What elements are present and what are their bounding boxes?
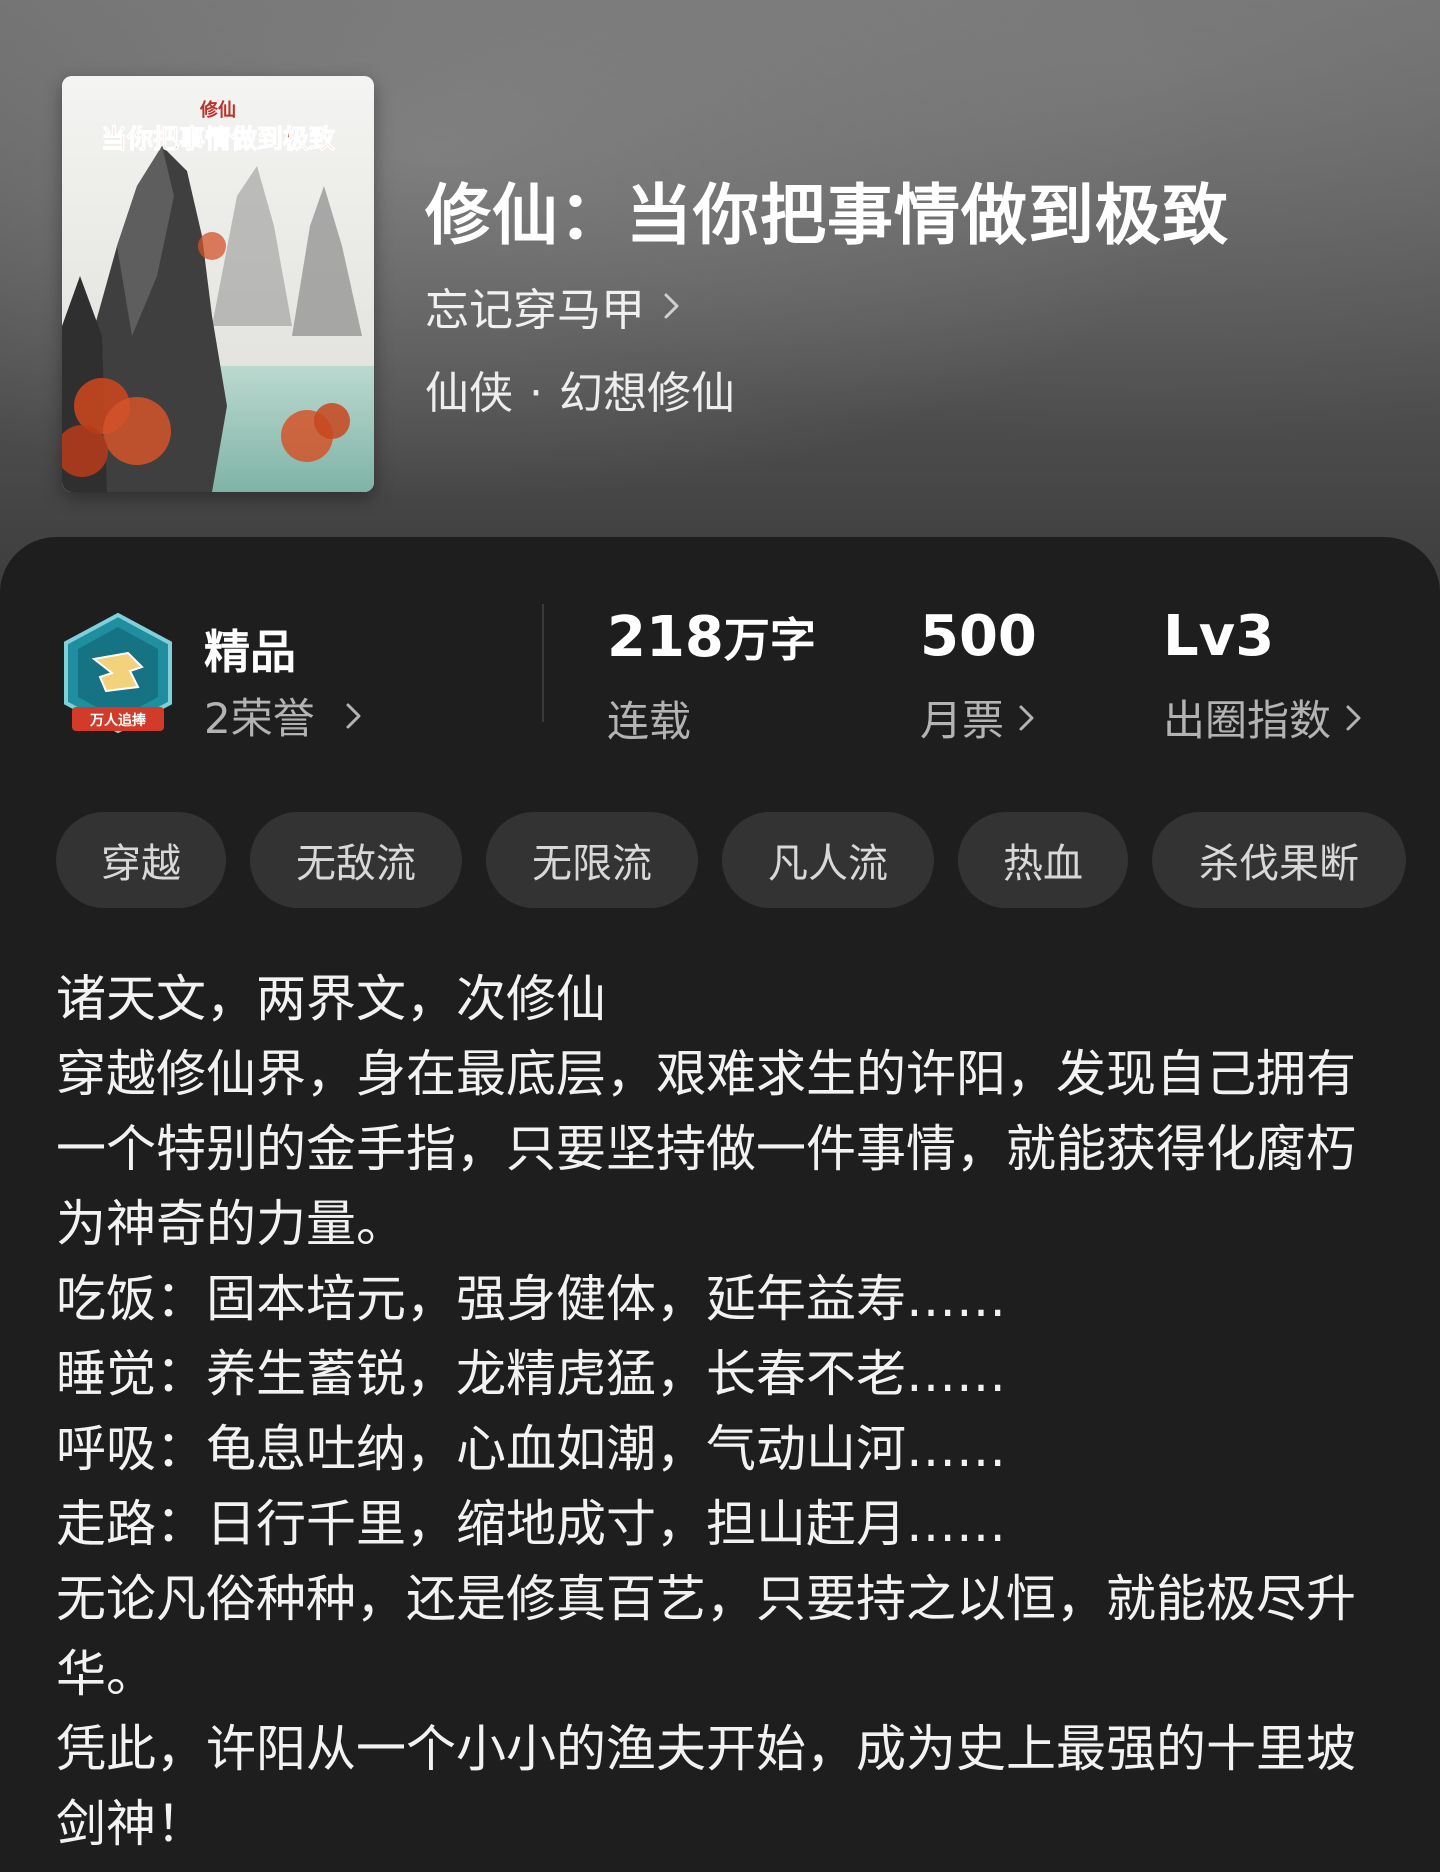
synopsis-line: 无论凡俗种种，还是修真百艺，只要持之以恒，就能极尽升华。 [56,1570,1356,1703]
honor-link[interactable]: 2荣誉 [204,685,363,746]
author-link[interactable]: 忘记穿马甲 [425,274,681,338]
tag-list: 穿越 无敌流 无限流 凡人流 热血 杀伐果断 [56,812,1406,908]
stats-divider [542,604,544,722]
stat-word-count: 218万字 连载 [607,604,816,749]
honor-count: 2荣誉 [204,694,315,743]
stat-label: 月票 [920,696,1005,745]
stat-unit: 万字 [723,613,816,667]
honor-title: 精品 [204,625,296,679]
cover-title-small: 修仙 [199,99,236,121]
synopsis-line: 睡觉：养生蓄锐，龙精虎猛，长春不老…… [56,1345,1006,1403]
tag-chip[interactable]: 杀伐果断 [1152,812,1406,908]
stat-breakout-index[interactable]: Lv3 出圈指数 [1163,604,1363,748]
synopsis-line: 走路：日行千里，缩地成寸，担山赶月…… [56,1495,1006,1553]
genre-separator: · [529,368,543,419]
synopsis-line: 穿越修仙界，身在最底层，艰难求生的许阳，发现自己拥有一个特别的金手指，只要坚持做… [56,1045,1356,1253]
synopsis-line: 吃饭：固本培元，强身健体，延年益寿…… [56,1270,1006,1328]
tag-chip[interactable]: 无敌流 [250,812,462,908]
stat-label: 连载 [607,697,692,746]
cover-illustration: 修仙 当你把事情做到极致 [62,76,374,492]
synopsis-line: 诸天文，两界文，次修仙 [56,970,606,1028]
book-title: 修仙：当你把事情做到极致 [425,177,1229,254]
chevron-right-icon [1345,703,1363,733]
tag-chip[interactable]: 热血 [958,812,1128,908]
chevron-right-icon [345,701,363,731]
tag-chip[interactable]: 无限流 [486,812,698,908]
stat-monthly-tickets[interactable]: 500 月票 [920,604,1037,748]
synopsis-line: 呼吸：龟息吐纳，心血如潮，气动山河…… [56,1420,1006,1478]
genre-secondary[interactable]: 幻想修仙 [559,368,735,419]
stat-label: 出圈指数 [1163,696,1332,745]
stat-value: Lv3 [1163,604,1275,669]
tag-chip[interactable]: 穿越 [56,812,226,908]
cover-title-main: 当你把事情做到极致 [101,124,336,155]
chevron-right-icon [1018,703,1036,733]
honor-badge-icon[interactable]: 万人追捧 [58,611,178,741]
tag-chip[interactable]: 凡人流 [722,812,934,908]
author-name: 忘记穿马甲 [425,285,645,336]
genre-primary[interactable]: 仙侠 [425,368,513,419]
badge-text: 万人追捧 [89,712,147,729]
genre-row: 仙侠 · 幻想修仙 [425,357,735,421]
book-cover[interactable]: 修仙 当你把事情做到极致 [62,76,374,492]
stat-value: 500 [920,604,1037,669]
book-synopsis: 诸天文，两界文，次修仙 穿越修仙界，身在最底层，艰难求生的许阳，发现自己拥有一个… [56,962,1386,1862]
synopsis-line: 凭此，许阳从一个小小的渔夫开始，成为史上最强的十里坡剑神！ [56,1720,1356,1853]
chevron-right-icon [663,291,681,321]
stat-value: 218 [607,605,724,670]
